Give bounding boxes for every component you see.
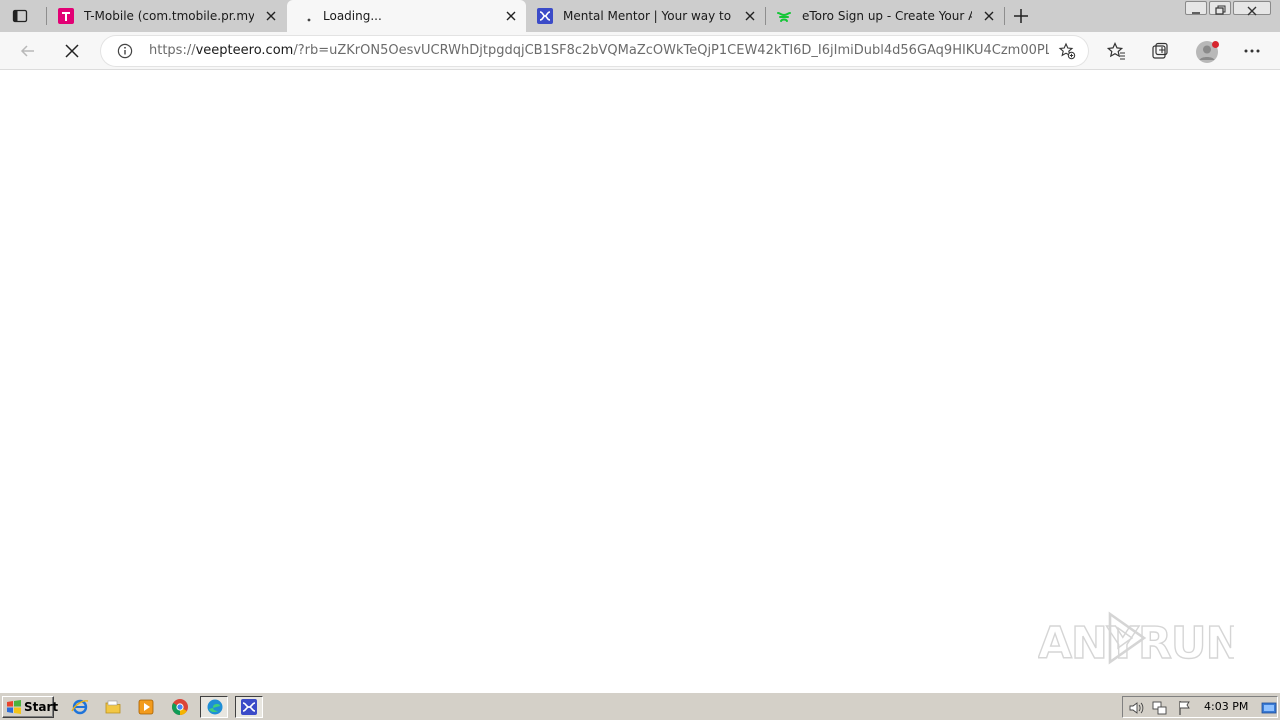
tab-mental-mentor[interactable]: Mental Mentor | Your way to harmony: [527, 0, 765, 32]
more-menu-icon[interactable]: [1242, 41, 1262, 61]
add-favorite-icon[interactable]: [1058, 42, 1076, 60]
windows-logo-icon: [6, 700, 22, 714]
mental-mentor-taskbar-button[interactable]: [235, 696, 263, 718]
tab-title: T-Mobile (com.tmobile.pr.mytmobile): [84, 9, 254, 23]
start-button[interactable]: Start: [2, 696, 58, 718]
tab-title: Mental Mentor | Your way to harmony: [563, 9, 733, 23]
close-window-button[interactable]: [1233, 1, 1271, 16]
new-tab-icon[interactable]: [1012, 7, 1030, 25]
tab-strip: T-Mobile (com.tmobile.pr.mytmobile) Load…: [0, 0, 1280, 32]
close-tab-icon[interactable]: [982, 9, 996, 23]
etoro-icon: [776, 8, 792, 24]
mental-mentor-icon: [537, 8, 553, 24]
address-bar[interactable]: https://veepteero.com/?rb=uZKrON5OesvUCR…: [101, 36, 1088, 66]
stop-loading-icon[interactable]: [62, 41, 82, 61]
loading-dot-icon: [297, 8, 313, 24]
tab-title: Loading...: [323, 9, 382, 23]
url-path: /?rb=uZKrON5OesvUCRWhDjtpgdqjCB1SF8c2bVQ…: [293, 43, 1049, 58]
tab-loading[interactable]: Loading...: [287, 0, 526, 32]
file-explorer-icon[interactable]: [104, 698, 122, 716]
url-host: veepteero.com: [195, 43, 294, 58]
restore-button[interactable]: [1209, 1, 1231, 15]
tab-title: eToro Sign up - Create Your Account: [802, 9, 972, 23]
tab-etoro[interactable]: eToro Sign up - Create Your Account: [766, 0, 1004, 32]
clock: 4:03 PM: [1204, 700, 1249, 713]
tab-tmobile[interactable]: T-Mobile (com.tmobile.pr.mytmobile): [48, 0, 286, 32]
chrome-icon[interactable]: [171, 698, 189, 716]
watermark-right-text: RUN: [1138, 618, 1234, 669]
taskbar: Start 4:03 PM: [0, 692, 1280, 720]
close-tab-icon[interactable]: [743, 9, 757, 23]
screen: T-Mobile (com.tmobile.pr.mytmobile) Load…: [0, 0, 1280, 720]
site-info-icon[interactable]: [117, 43, 133, 59]
tab-actions-icon[interactable]: [12, 8, 28, 24]
tmobile-icon: [58, 8, 74, 24]
minimize-button[interactable]: [1185, 1, 1207, 15]
favorites-icon[interactable]: [1106, 41, 1126, 61]
url-text: https://veepteero.com/?rb=uZKrON5OesvUCR…: [149, 43, 1049, 59]
close-tab-icon[interactable]: [504, 9, 518, 23]
back-arrow-icon[interactable]: [18, 41, 38, 61]
collections-icon[interactable]: [1150, 41, 1170, 61]
edge-taskbar-button[interactable]: [200, 696, 228, 718]
media-player-icon[interactable]: [137, 698, 155, 716]
internet-explorer-icon[interactable]: [71, 698, 89, 716]
url-scheme: https://: [149, 43, 196, 58]
system-tray: [1122, 696, 1278, 718]
notification-dot: [1212, 41, 1219, 48]
tab-separator: [46, 7, 47, 25]
start-label: Start: [24, 700, 59, 714]
volume-icon[interactable]: [1128, 700, 1144, 716]
action-center-flag-icon[interactable]: [1177, 700, 1193, 716]
tab-separator: [1004, 7, 1005, 25]
anyrun-watermark: ANY RUN: [1037, 608, 1243, 672]
page-content: [0, 71, 1280, 692]
network-icon[interactable]: [1152, 700, 1168, 716]
close-tab-icon[interactable]: [264, 9, 278, 23]
show-desktop-icon[interactable]: [1261, 700, 1277, 716]
address-toolbar: https://veepteero.com/?rb=uZKrON5OesvUCR…: [0, 32, 1280, 70]
